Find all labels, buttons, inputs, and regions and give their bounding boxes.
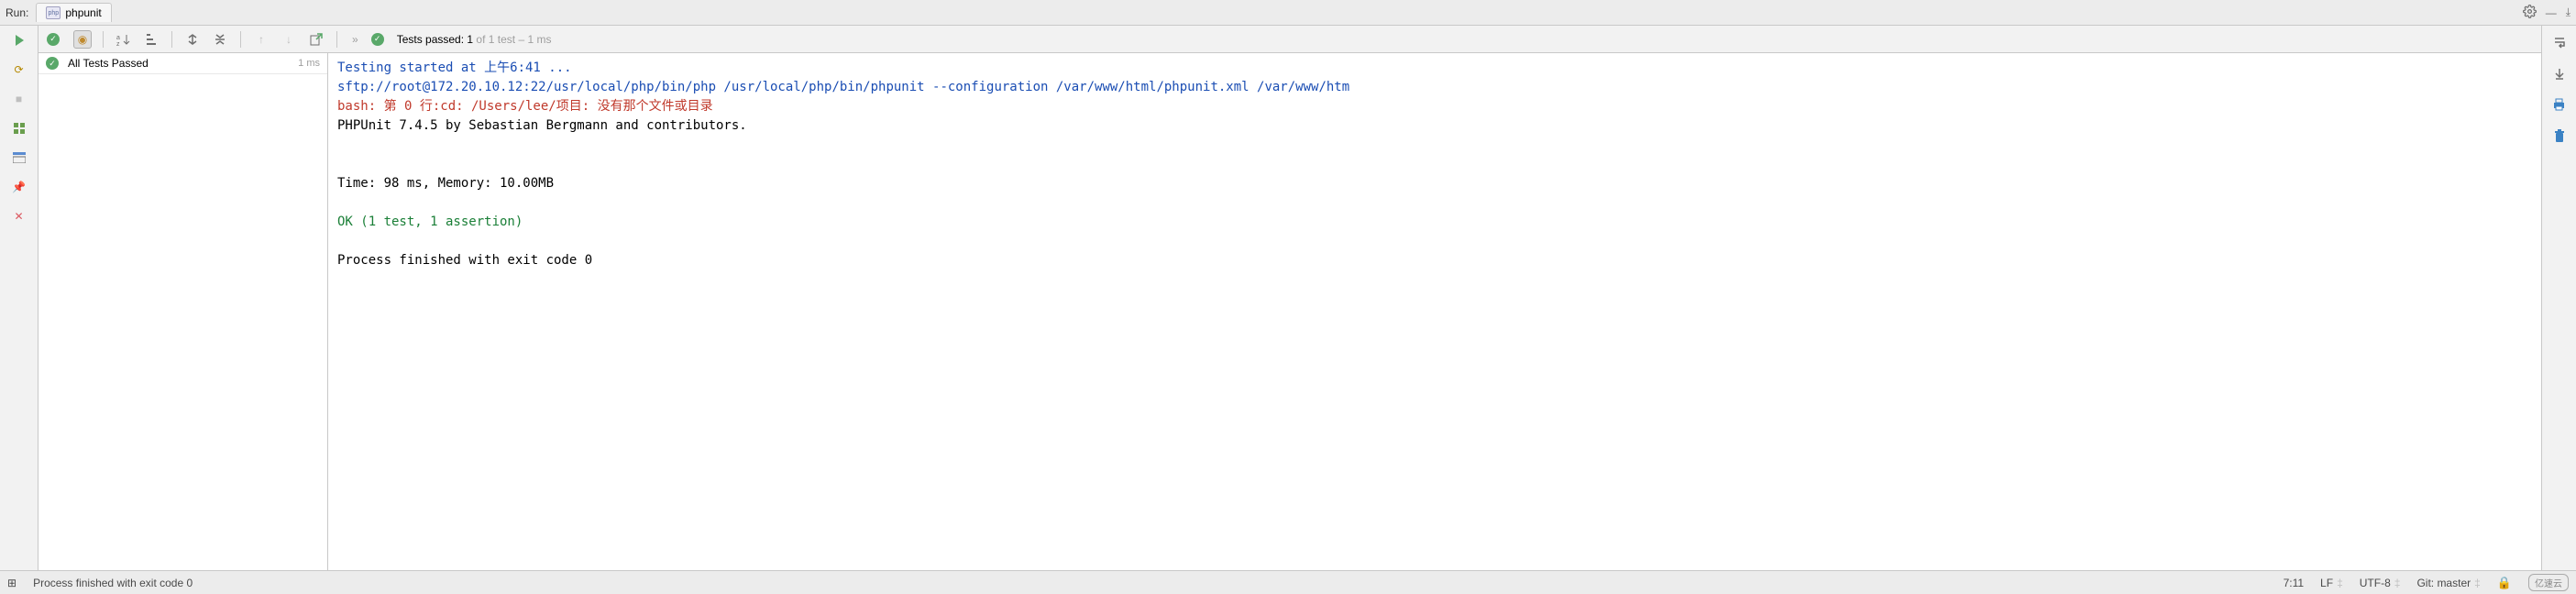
console-line: OK (1 test, 1 assertion) — [337, 214, 523, 229]
toggle-auto-test-icon[interactable]: ⟳ — [10, 60, 28, 79]
console-line: Testing started at 上午6:41 ... — [337, 60, 572, 75]
tests-passed-count: Tests passed: 1 — [397, 33, 473, 46]
test-tree-root[interactable]: ✓ All Tests Passed 1 ms — [39, 53, 327, 74]
show-ignored-icon[interactable]: ◉ — [73, 30, 92, 49]
dump-threads-icon[interactable] — [10, 119, 28, 138]
stop-icon[interactable]: ■ — [10, 90, 28, 108]
layout-icon[interactable] — [10, 148, 28, 167]
next-failed-icon[interactable]: ↓ — [280, 30, 298, 49]
gear-icon[interactable] — [2523, 5, 2537, 21]
run-tab-label: phpunit — [65, 6, 101, 19]
expand-all-icon[interactable] — [183, 30, 202, 49]
sort-alpha-icon[interactable]: az — [115, 30, 133, 49]
test-tree-panel[interactable]: ✓ All Tests Passed 1 ms — [39, 53, 328, 570]
line-separator[interactable]: LF ‡ — [2320, 577, 2343, 589]
run-body-split: ✓ All Tests Passed 1 ms Testing started … — [39, 53, 2541, 570]
tests-passed-text: Tests passed: 1 of 1 test – 1 ms — [397, 33, 552, 46]
pin-icon[interactable]: 📌 — [10, 178, 28, 196]
toolbar-divider — [240, 31, 241, 48]
test-toolbar: ✓ ◉ az ↑ ↓ » ✓ — [39, 26, 2541, 53]
file-encoding[interactable]: UTF-8 ‡ — [2360, 577, 2401, 589]
collapse-all-icon[interactable] — [211, 30, 229, 49]
check-circle-icon: ✓ — [46, 57, 59, 70]
status-message: Process finished with exit code 0 — [33, 577, 193, 589]
scroll-to-end-icon[interactable] — [2550, 64, 2569, 82]
console-line: Process finished with exit code 0 — [337, 253, 592, 268]
show-passed-icon[interactable]: ✓ — [46, 30, 64, 49]
caret-position[interactable]: 7:11 — [2284, 577, 2304, 589]
console-line: sftp://root@172.20.10.12:22/usr/local/ph… — [337, 80, 1349, 94]
hide-icon[interactable]: — — [2546, 6, 2557, 19]
rerun-button[interactable] — [10, 31, 28, 50]
status-bar: ⊞ Process finished with exit code 0 7:11… — [0, 570, 2576, 594]
sort-duration-icon[interactable] — [142, 30, 160, 49]
console-line: bash: 第 0 行:cd: /Users/lee/项目: 没有那个文件或目录 — [337, 99, 713, 114]
run-left-gutter: ⟳ ■ 📌 ✕ — [0, 26, 39, 570]
test-tree-root-label: All Tests Passed — [68, 57, 292, 70]
toolbar-divider — [103, 31, 104, 48]
export-results-icon[interactable] — [307, 30, 325, 49]
test-tree-root-time: 1 ms — [298, 58, 320, 69]
svg-text:z: z — [116, 41, 120, 46]
git-branch[interactable]: Git: master ‡ — [2416, 577, 2480, 589]
php-file-icon: php — [46, 6, 61, 19]
run-center: ✓ ◉ az ↑ ↓ » ✓ — [39, 26, 2541, 570]
prev-failed-icon[interactable]: ↑ — [252, 30, 270, 49]
svg-text:a: a — [116, 35, 120, 41]
watermark-badge: 亿速云 — [2528, 574, 2569, 591]
console-line: PHPUnit 7.4.5 by Sebastian Bergmann and … — [337, 118, 747, 133]
run-tab-phpunit[interactable]: php phpunit — [36, 3, 111, 22]
run-tool-header: Run: php phpunit — ⤓ — [0, 0, 2576, 26]
tests-passed-total: of 1 test – 1 ms — [473, 33, 551, 46]
tool-windows-icon[interactable]: ⊞ — [7, 577, 17, 589]
lock-icon[interactable]: 🔒 — [2497, 576, 2512, 590]
check-circle-icon: ✓ — [371, 33, 384, 46]
toolbar-divider — [336, 31, 337, 48]
console-line: Time: 98 ms, Memory: 10.00MB — [337, 176, 554, 191]
chevrons-icon: » — [352, 33, 358, 46]
run-right-gutter — [2541, 26, 2576, 570]
run-label: Run: — [6, 6, 28, 19]
console-output[interactable]: Testing started at 上午6:41 ... sftp://roo… — [328, 53, 2541, 570]
toolbar-divider — [171, 31, 172, 48]
run-tool-body: ⟳ ■ 📌 ✕ ✓ ◉ az — [0, 26, 2576, 570]
print-icon[interactable] — [2550, 95, 2569, 114]
soft-wrap-icon[interactable] — [2550, 33, 2569, 51]
clear-all-icon[interactable] — [2550, 126, 2569, 145]
close-icon[interactable]: ✕ — [10, 207, 28, 226]
dock-icon[interactable]: ⤓ — [2566, 6, 2570, 19]
